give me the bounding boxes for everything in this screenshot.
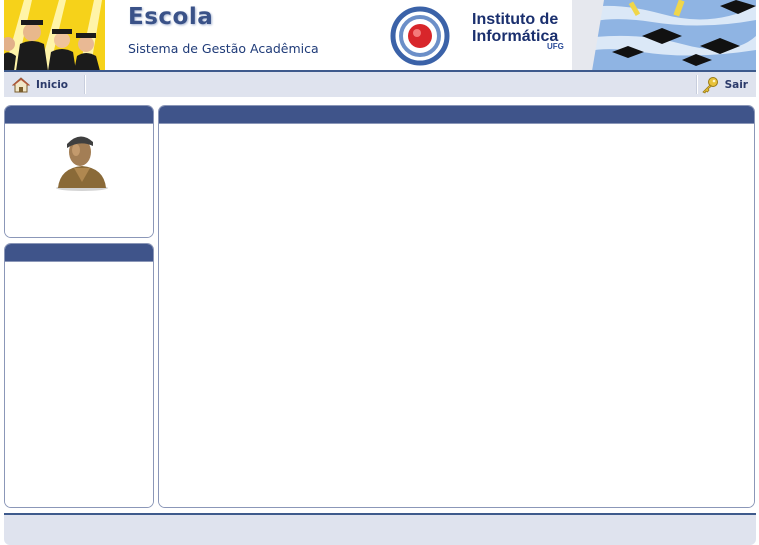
institute-sub: UFG <box>547 42 564 51</box>
institute-logo-icon <box>390 6 450 66</box>
institute-name-line1: Instituto de <box>472 11 559 28</box>
page-footer <box>4 515 756 545</box>
home-link[interactable]: Inicio <box>12 72 68 97</box>
menu-panel-header <box>5 244 153 262</box>
home-label: Inicio <box>36 78 69 91</box>
app-subtitle: Sistema de Gestão Acadêmica <box>128 41 319 56</box>
key-icon <box>701 76 718 94</box>
main-content-panel <box>158 105 755 508</box>
user-avatar-icon <box>56 136 108 191</box>
app-title: Escola <box>128 4 214 30</box>
user-panel <box>4 105 154 238</box>
menu-panel-body <box>5 262 153 507</box>
user-panel-header <box>5 106 153 124</box>
home-icon <box>12 76 30 92</box>
graduation-caps-image <box>572 0 756 71</box>
toolbar-separator <box>696 75 698 94</box>
page-header: Escola Sistema de Gestão Acadêmica Insti… <box>4 0 756 71</box>
institute-name-line2: Informática <box>472 28 559 45</box>
toolbar-separator <box>84 75 86 94</box>
toolbar: Inicio Sair <box>4 72 756 97</box>
main-panel-header <box>159 106 754 124</box>
user-panel-body <box>5 124 153 237</box>
main-panel-body <box>159 124 754 507</box>
exit-link[interactable]: Sair <box>701 72 748 97</box>
graduates-banner-image <box>4 0 105 71</box>
institute-name: Instituto de Informática <box>472 11 558 45</box>
exit-label: Sair <box>724 78 748 91</box>
menu-panel <box>4 243 154 508</box>
